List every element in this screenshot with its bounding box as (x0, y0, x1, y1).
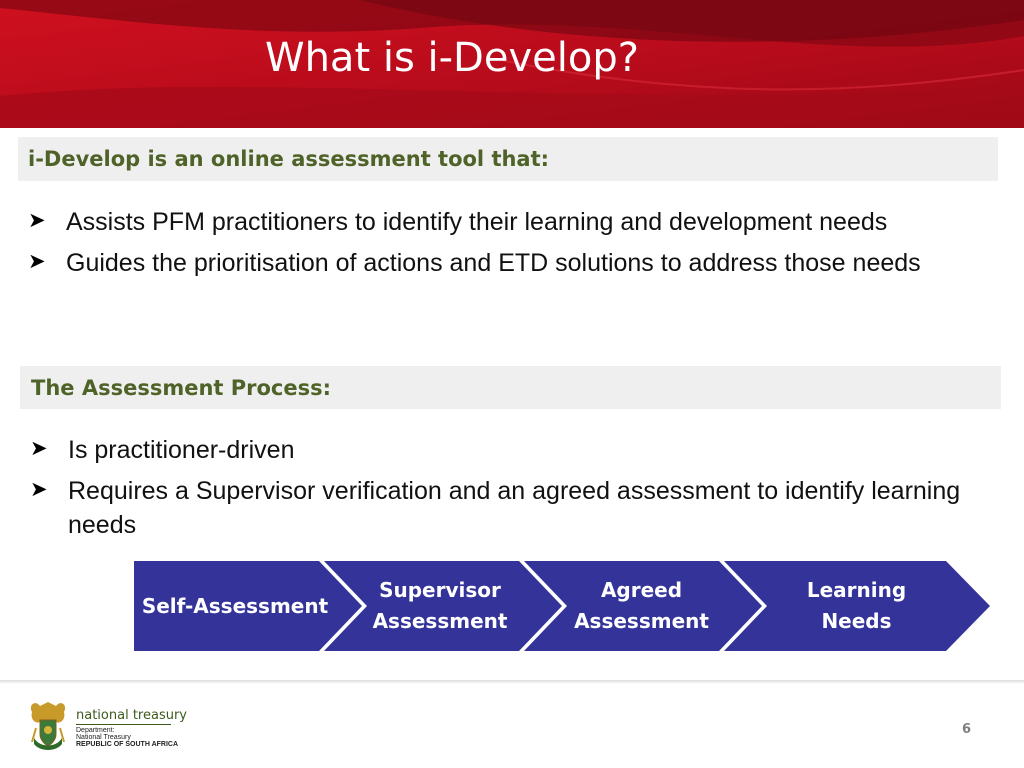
arrowhead-bullet-icon: ➤ (28, 250, 46, 273)
slide-title: What is i-Develop? (265, 35, 639, 81)
logo-brand-text: national treasury (76, 708, 187, 723)
process-step-label-line2: Assessment (372, 609, 508, 633)
coat-of-arms-icon (30, 702, 66, 750)
process-flow: Self-Assessment Supervisor Assessment Ag… (134, 561, 994, 651)
logo-divider (76, 724, 171, 725)
bullet-list-process: ➤ Is practitioner-driven ➤ Requires a Su… (22, 433, 1002, 549)
arrowhead-bullet-icon: ➤ (30, 437, 48, 460)
logo-line-republic: REPUBLIC OF SOUTH AFRICA (76, 741, 179, 748)
bullet-text: Guides the prioritisation of actions and… (66, 249, 921, 277)
bullet-text: Assists PFM practitioners to identify th… (66, 208, 888, 236)
page-number: 6 (962, 722, 972, 737)
arrowhead-bullet-icon: ➤ (28, 209, 46, 232)
bullet-item: ➤ Assists PFM practitioners to identify … (20, 205, 980, 239)
process-step-agreed-assessment: Agreed Assessment (564, 561, 719, 651)
process-step-label-line2: Needs (821, 609, 892, 633)
section-heading-tool: i-Develop is an online assessment tool t… (18, 137, 998, 181)
bullet-item: ➤ Is practitioner-driven (22, 433, 1002, 467)
bullet-list-tool: ➤ Assists PFM practitioners to identify … (20, 205, 980, 287)
bullet-item: ➤ Guides the prioritisation of actions a… (20, 246, 980, 280)
process-step-supervisor-assessment: Supervisor Assessment (364, 561, 516, 651)
process-step-self-assessment: Self-Assessment (134, 561, 336, 651)
process-step-label-line1: Learning (806, 578, 907, 602)
process-step-label-line1: Agreed (600, 578, 683, 602)
bullet-text: Is practitioner-driven (68, 436, 295, 464)
bullet-item: ➤ Requires a Supervisor verification and… (22, 474, 1002, 542)
section-heading-process: The Assessment Process: (20, 366, 1001, 409)
process-step-label-line1: Supervisor (379, 578, 501, 602)
process-step-learning-needs: Learning Needs (774, 561, 939, 651)
footer-divider (0, 680, 1024, 684)
process-step-label: Self-Assessment (141, 593, 329, 618)
arrowhead-bullet-icon: ➤ (30, 478, 48, 501)
process-step-label-line2: Assessment (574, 609, 709, 633)
bullet-text: Requires a Supervisor verification and a… (68, 477, 961, 539)
